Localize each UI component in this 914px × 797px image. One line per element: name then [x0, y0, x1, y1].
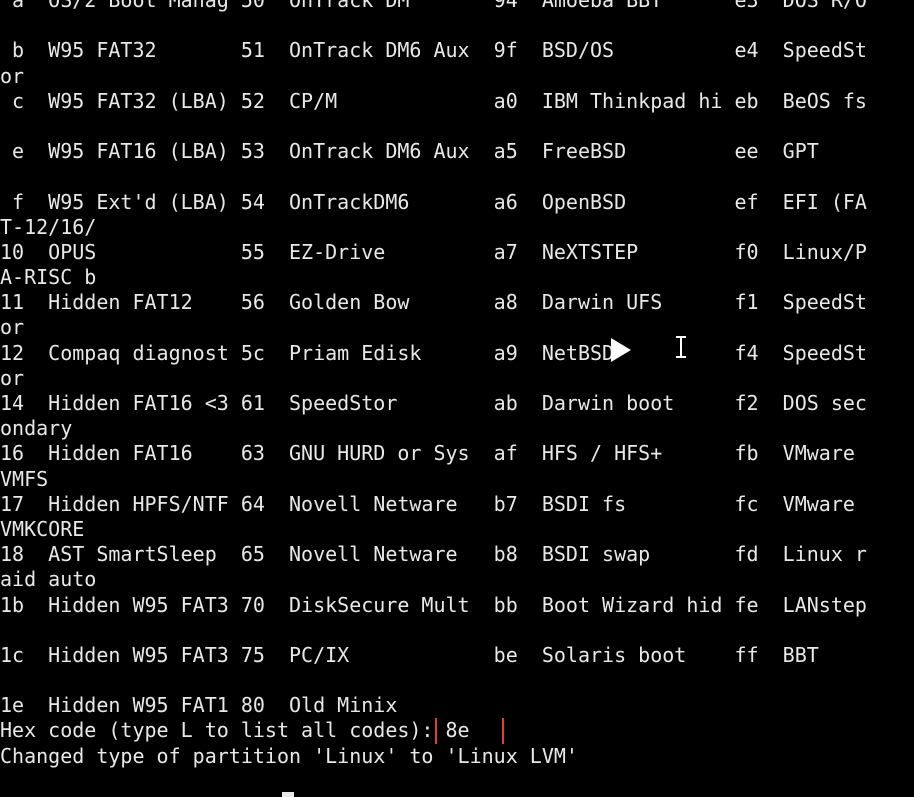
hex-code-prompt-label: Hex code (type L to list all codes):: [0, 718, 434, 743]
hex-code-input[interactable]: 8e: [435, 718, 504, 744]
terminal-line: or: [0, 63, 25, 88]
terminal-line: 12 Compaq diagnost 5c Priam Edisk a9 Net…: [0, 340, 867, 365]
terminal-window: a OS/2 Boot Manag 50 OnTrack DM 94 Amoeb…: [0, 0, 914, 769]
terminal-cursor: [282, 792, 294, 797]
terminal-line: 1c Hidden W95 FAT3 75 PC/IX be Solaris b…: [0, 642, 819, 667]
terminal-line: aid auto: [0, 567, 97, 592]
terminal-line: e W95 FAT16 (LBA) 53 OnTrack DM6 Aux a5 …: [0, 139, 819, 164]
play-icon[interactable]: [611, 338, 631, 362]
terminal-line: VMKCORE: [0, 516, 85, 541]
terminal-line: f W95 Ext'd (LBA) 54 OnTrackDM6 a6 OpenB…: [0, 189, 867, 214]
terminal-line: 16 Hidden FAT16 63 GNU HURD or Sys af HF…: [0, 441, 855, 466]
hex-code-prompt-line[interactable]: Hex code (type L to list all codes): 8e: [0, 718, 914, 744]
terminal-line: 11 Hidden FAT12 56 Golden Bow a8 Darwin …: [0, 290, 867, 315]
terminal-line: or: [0, 365, 25, 390]
terminal-line: 10 OPUS 55 EZ-Drive a7 NeXTSTEP f0 Linux…: [0, 239, 867, 264]
result-message: Changed type of partition 'Linux' to 'Li…: [0, 743, 578, 768]
terminal-line: VMFS: [0, 466, 49, 491]
terminal-line: T-12/16/: [0, 214, 97, 239]
terminal-line: ondary: [0, 416, 73, 441]
terminal-line: or: [0, 315, 25, 340]
terminal-line: c W95 FAT32 (LBA) 52 CP/M a0 IBM Thinkpa…: [0, 88, 867, 113]
terminal-line: 1e Hidden W95 FAT1 80 Old Minix: [0, 693, 398, 718]
terminal-line: 1b Hidden W95 FAT3 70 DiskSecure Mult bb…: [0, 592, 867, 617]
terminal-line: 18 AST SmartSleep 65 Novell Netware b8 B…: [0, 542, 867, 567]
terminal-line: b W95 FAT32 51 OnTrack DM6 Aux 9f BSD/OS…: [0, 38, 867, 63]
ibeam-cursor-icon: [676, 336, 686, 358]
terminal-line: 14 Hidden FAT16 <3 61 SpeedStor ab Darwi…: [0, 391, 867, 415]
terminal-line: a OS/2 Boot Manag 50 OnTrack DM 94 Amoeb…: [0, 0, 867, 12]
terminal-line: A-RISC b: [0, 265, 97, 290]
terminal-line: 17 Hidden HPFS/NTF 64 Novell Netware b7 …: [0, 491, 855, 516]
